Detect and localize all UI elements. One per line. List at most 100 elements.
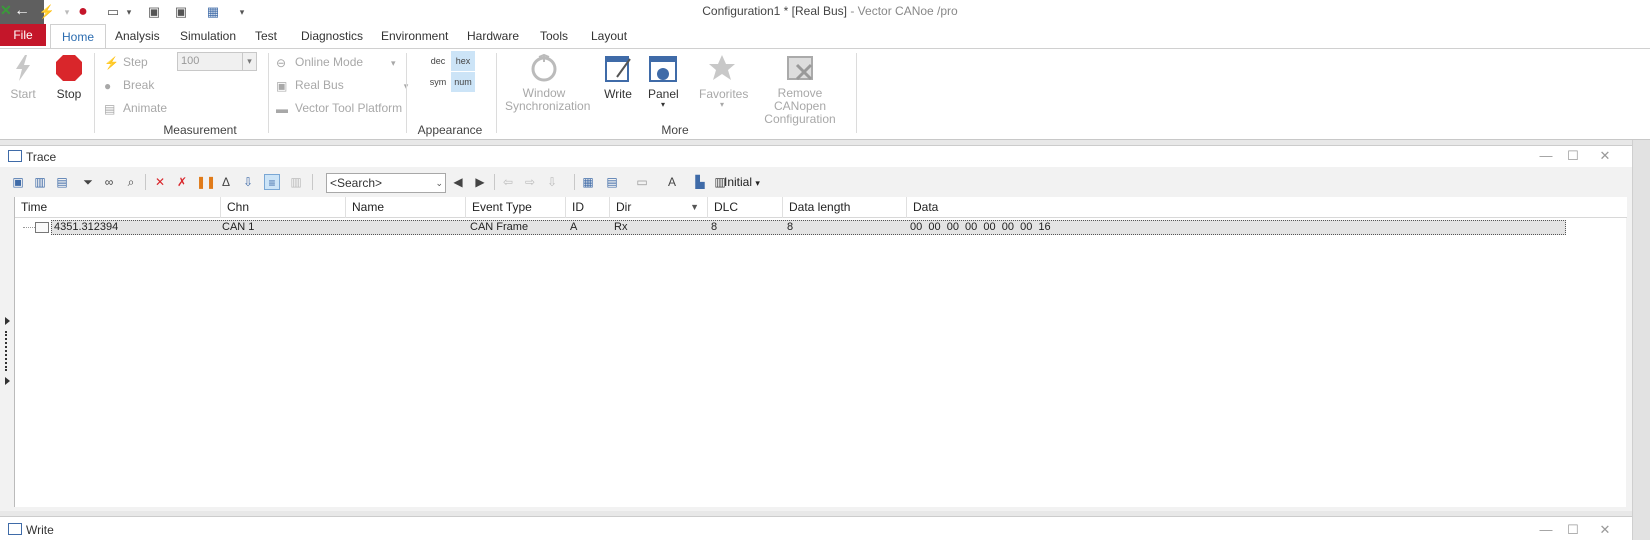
close-icon[interactable]: ✕: [1597, 522, 1613, 538]
back-arrow-icon[interactable]: ⇦: [500, 174, 516, 190]
chevron-down-icon: ▾: [719, 100, 724, 109]
window-synchronization-button[interactable]: Window Synchronization: [505, 53, 590, 113]
trace-toolbar: ▣ ▥ ▤ ⏷ ∞ ⌕ ✕ ✗ ❚❚ Δ ⇩ ≡ ▥ <Search> ⌄ ◀ ▶…: [8, 171, 1626, 193]
real-bus-button[interactable]: ▣Real Bus▾: [276, 76, 408, 94]
tab-simulation[interactable]: Simulation: [180, 24, 236, 48]
tool-platform-icon: ▬: [276, 102, 288, 116]
sort-arrow-icon: ▼: [690, 202, 699, 212]
tab-tools[interactable]: Tools: [540, 24, 568, 48]
trace-search-combo[interactable]: <Search> ⌄: [326, 173, 446, 193]
animate-speed-combo[interactable]: 100 ▾: [177, 52, 257, 71]
tree-line: [23, 227, 35, 228]
write-window-header: Write — ☐ ✕: [0, 516, 1632, 540]
favorites-button[interactable]: Favorites ▾: [699, 53, 748, 109]
tab-environment[interactable]: Environment: [381, 24, 448, 48]
splitter-handle[interactable]: [5, 317, 10, 387]
sync-icon: [531, 53, 557, 82]
group-label-appearance: Appearance: [417, 123, 483, 137]
trace-view-icon[interactable]: ▣: [10, 174, 26, 190]
trace-icon: [8, 150, 22, 162]
vector-tool-platform-button[interactable]: ▬ Vector Tool Platform: [276, 99, 402, 117]
detail-view-icon[interactable]: ≡: [264, 174, 280, 190]
glasses-icon[interactable]: ∞: [101, 174, 117, 190]
tab-analysis[interactable]: Analysis: [115, 24, 160, 48]
remove-config-icon: [787, 56, 813, 81]
maximize-icon[interactable]: ☐: [1565, 522, 1581, 538]
pause-icon[interactable]: ❚❚: [196, 174, 216, 190]
write-button[interactable]: Write: [603, 53, 633, 101]
online-mode-button[interactable]: ⊖ Online Mode ▾: [276, 53, 396, 71]
stop-button[interactable]: Stop: [54, 53, 84, 101]
ribbon-separator: [268, 53, 269, 133]
column-dir[interactable]: Dir ▼: [610, 197, 708, 218]
format-num-button[interactable]: num: [451, 72, 475, 92]
table-row[interactable]: 4351.312394 CAN 1 CAN Frame A Rx 8 8 00 …: [51, 220, 1566, 235]
panel-button[interactable]: Panel ▾: [648, 53, 679, 109]
format-dec-button[interactable]: dec: [426, 51, 450, 71]
column-data[interactable]: Data: [907, 197, 1627, 218]
delta-time-icon[interactable]: Δ: [218, 174, 234, 190]
expand-icon[interactable]: ▤: [54, 174, 70, 190]
filter-icon[interactable]: ⏷: [80, 174, 96, 190]
online-mode-icon: ⊖: [276, 56, 287, 70]
clear-all-icon[interactable]: ✗: [174, 174, 190, 190]
statistics-icon[interactable]: ▥: [32, 174, 48, 190]
trace-window-header: Trace — ☐ ✕: [0, 145, 1632, 167]
maximize-icon[interactable]: ☐: [1565, 148, 1581, 164]
ribbon-separator: [496, 53, 497, 133]
layout-icon[interactable]: ▭: [634, 174, 650, 190]
scroll-icon[interactable]: ⇩: [240, 174, 256, 190]
animate-icon: ▤: [104, 102, 116, 116]
menu-file[interactable]: File: [0, 24, 46, 46]
tab-home[interactable]: Home: [50, 24, 107, 48]
format-hex-button[interactable]: hex: [451, 51, 475, 71]
start-button[interactable]: Start: [8, 53, 38, 101]
tab-diagnostics[interactable]: Diagnostics: [301, 24, 363, 48]
export-icon[interactable]: ▤: [604, 174, 620, 190]
binoculars-icon[interactable]: ⌕: [123, 174, 139, 190]
column-time[interactable]: Time: [15, 197, 221, 218]
column-dlc[interactable]: DLC: [708, 197, 783, 218]
clear-icon[interactable]: ✕: [152, 174, 168, 190]
cell-time: 4351.312394: [54, 221, 119, 233]
mark-icon[interactable]: ⇩: [544, 174, 560, 190]
menu-bar: File Home Analysis Simulation Test Diagn…: [0, 24, 1650, 48]
panel-icon: [649, 56, 677, 82]
toolbar-separator: [312, 174, 313, 190]
initial-view-dropdown[interactable]: Initial ▾: [724, 174, 760, 191]
search-previous-icon[interactable]: ◀: [450, 174, 466, 190]
remove-canopen-configuration-button[interactable]: Remove CANopen Configuration: [752, 53, 848, 126]
tab-hardware[interactable]: Hardware: [467, 24, 519, 48]
cell-data-length: 8: [787, 221, 794, 233]
column-icon[interactable]: ▥: [288, 174, 304, 190]
window-title: Configuration1 * [Real Bus] - Vector CAN…: [702, 4, 958, 18]
write-title: Write: [26, 523, 54, 537]
write-icon: [605, 56, 631, 82]
column-data-length[interactable]: Data length: [783, 197, 907, 218]
chevron-down-icon: ⌄: [435, 178, 443, 188]
copy-icon[interactable]: ▦: [580, 174, 596, 190]
format-sym-button[interactable]: sym: [426, 72, 450, 92]
column-chn[interactable]: Chn: [221, 197, 346, 218]
search-next-icon[interactable]: ▶: [472, 174, 488, 190]
trace-grid: Time Chn Name Event Type ID Dir ▼ DLC Dat…: [14, 197, 1627, 507]
animate-button[interactable]: ▤ Animate: [104, 99, 167, 117]
font-icon[interactable]: A: [664, 174, 680, 190]
step-button[interactable]: ⚡ Step: [104, 53, 148, 71]
chevron-down-icon: ▾: [242, 53, 256, 70]
column-event-type[interactable]: Event Type: [466, 197, 566, 218]
column-id[interactable]: ID: [566, 197, 610, 218]
break-button[interactable]: ● Break: [104, 76, 154, 94]
color-icon[interactable]: ▙: [692, 174, 708, 190]
break-icon: ●: [104, 79, 112, 93]
ribbon-separator: [856, 53, 857, 133]
close-icon[interactable]: ✕: [1597, 148, 1613, 164]
chevron-down-icon: ▾: [755, 178, 760, 188]
star-icon: [709, 55, 735, 80]
forward-arrow-icon[interactable]: ⇨: [522, 174, 538, 190]
tab-layout[interactable]: Layout: [591, 24, 627, 48]
tab-test[interactable]: Test: [255, 24, 277, 48]
column-name[interactable]: Name: [346, 197, 466, 218]
minimize-icon[interactable]: —: [1538, 522, 1554, 537]
minimize-icon[interactable]: —: [1538, 148, 1554, 163]
